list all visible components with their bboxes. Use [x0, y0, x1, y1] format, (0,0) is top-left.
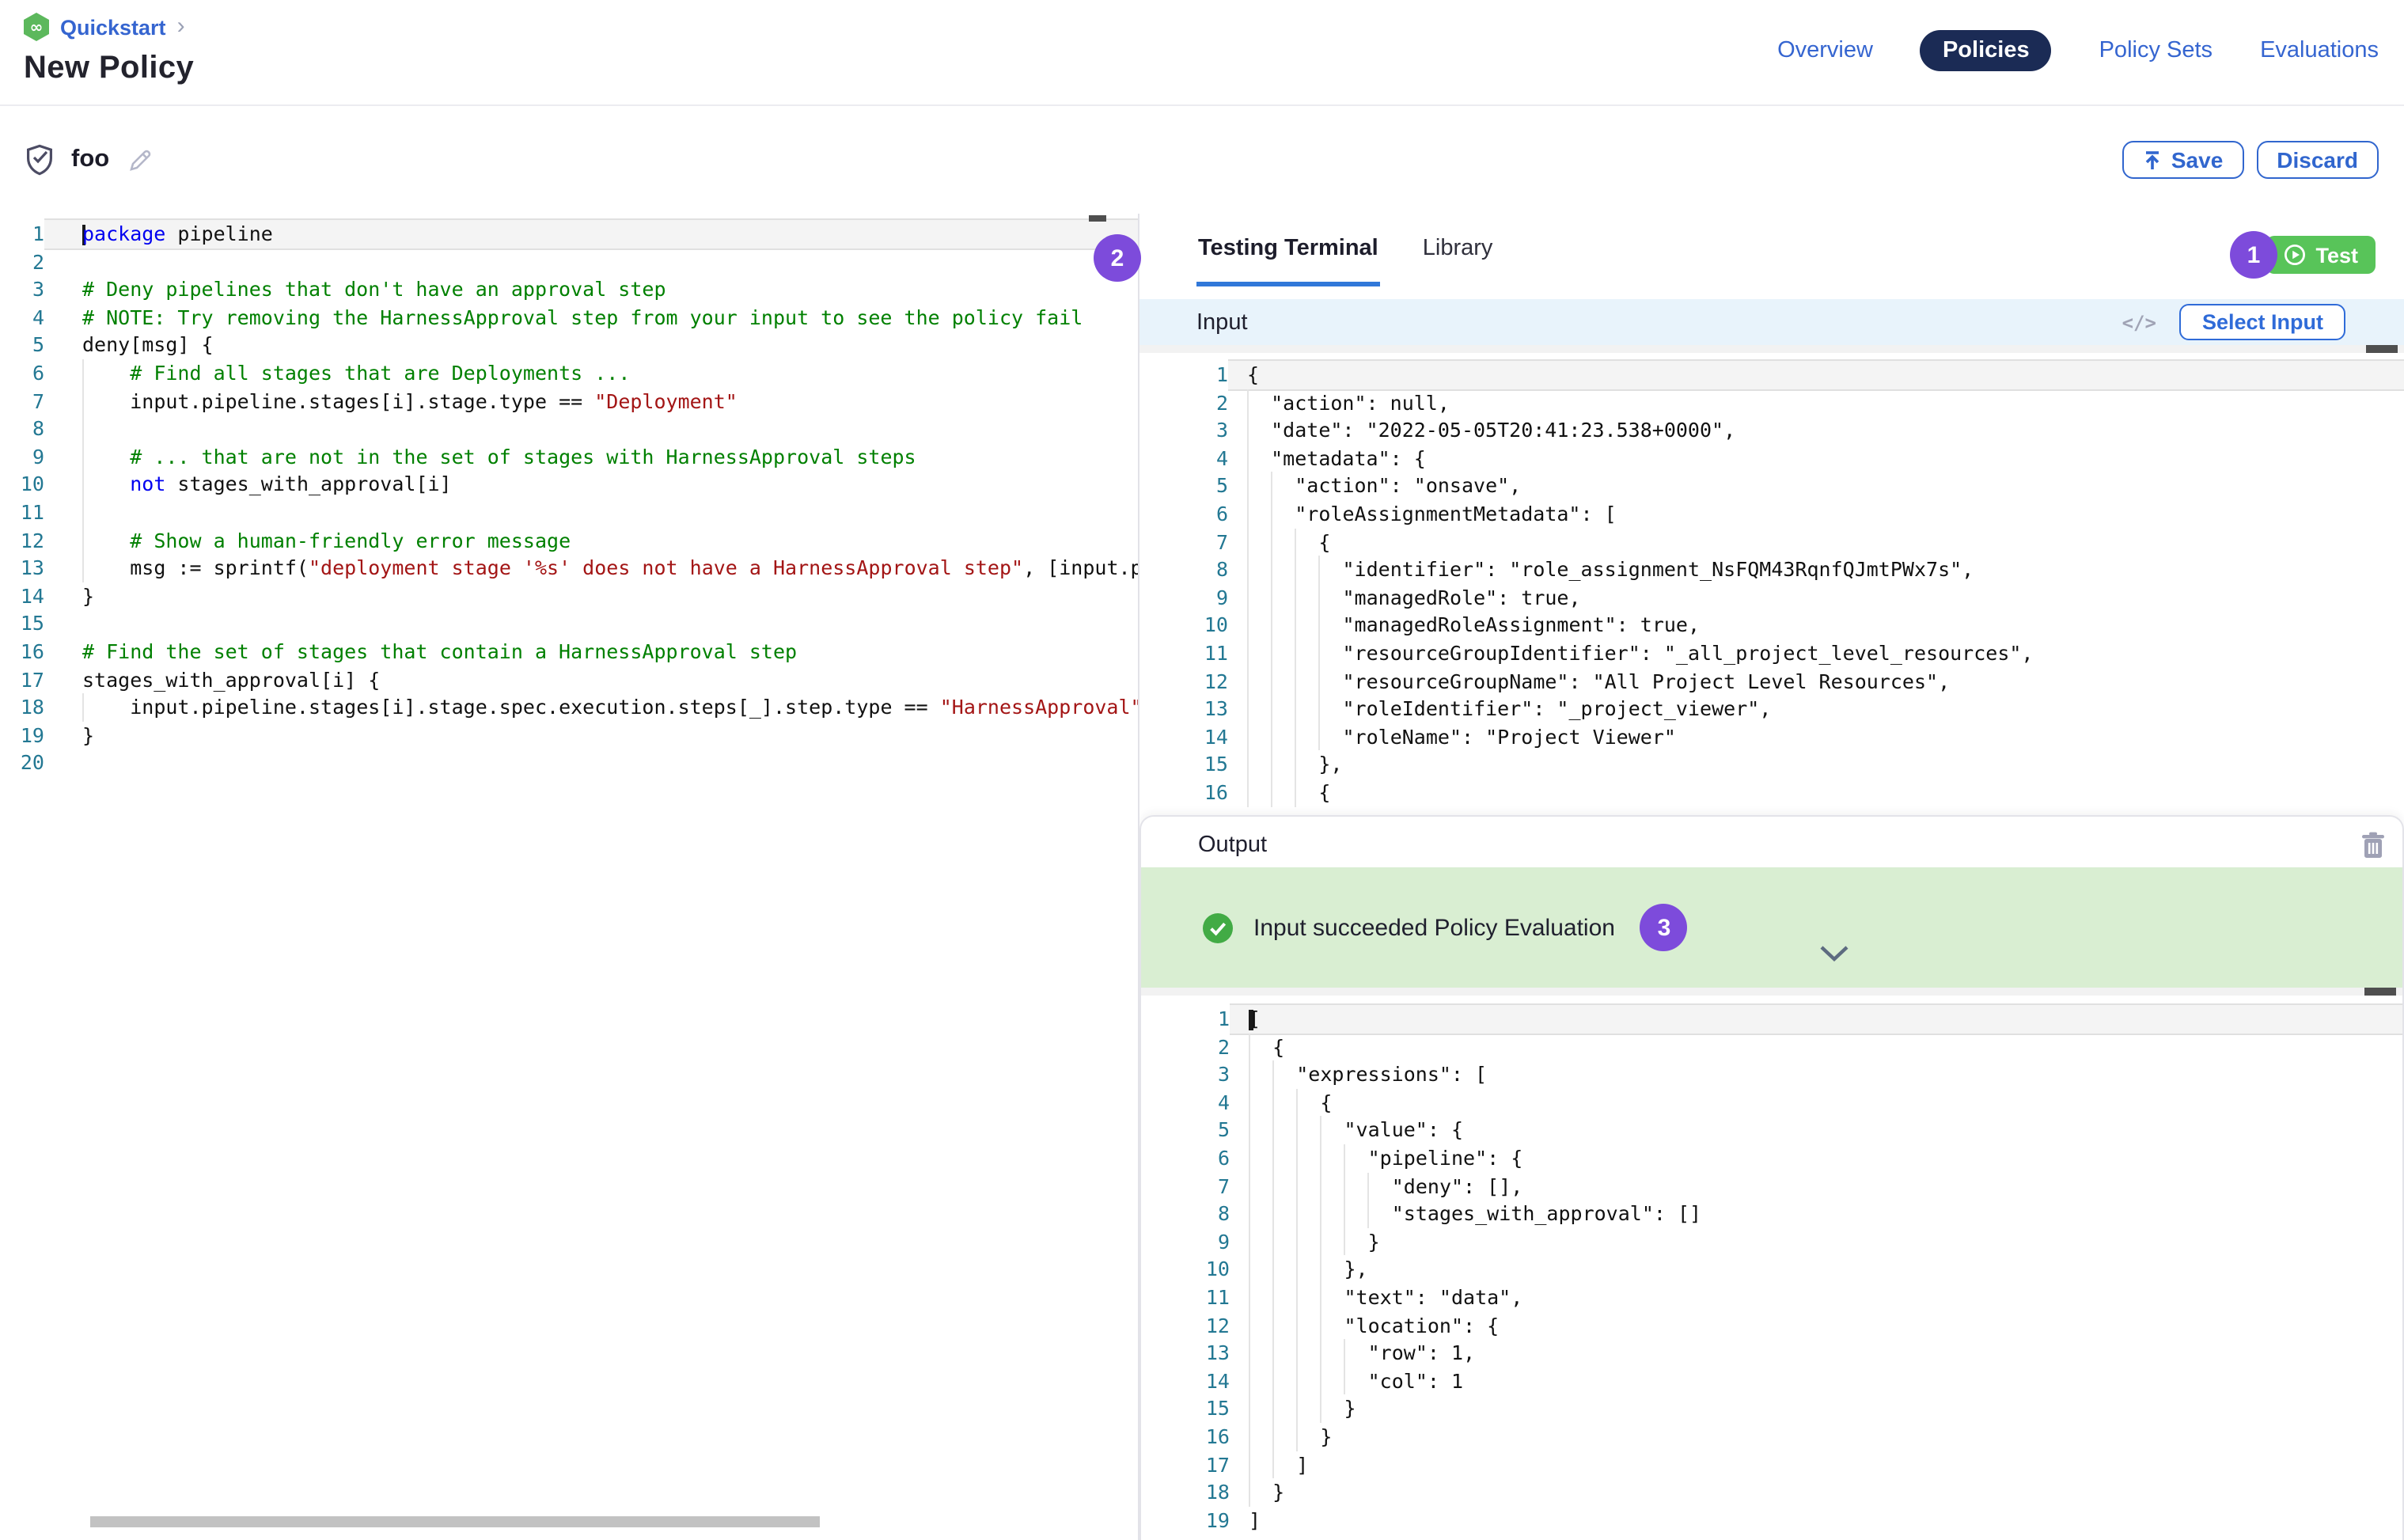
main-split: 2 1package pipeline23# Deny pipelines th… [0, 214, 2404, 1540]
tab-library[interactable]: Library [1421, 214, 1495, 286]
banner-message: Input succeeded Policy Evaluation [1253, 914, 1615, 941]
policy-toolbar: foo Save Discard [0, 106, 2404, 214]
input-top-scroll-track[interactable] [1139, 345, 2404, 353]
output-title: Output [1198, 833, 2360, 858]
editor-lines[interactable]: 1package pipeline23# Deny pipelines that… [0, 214, 1138, 777]
upload-icon [2143, 150, 2162, 170]
nav-tab-evaluations[interactable]: Evaluations [2260, 38, 2379, 63]
input-json-editor[interactable]: 1{2 "action": null,3 "date": "2022-05-05… [1139, 345, 2404, 815]
output-scrollbar-handle[interactable] [2364, 988, 2396, 996]
editor-horizontal-scrollbar[interactable] [90, 1516, 820, 1527]
header-left: ∞ Quickstart › New Policy [24, 0, 194, 104]
step-badge-2: 2 [1094, 234, 1141, 282]
output-json-lines[interactable]: 1[2 {3 "expressions": [4 {5 "value": {6 … [1141, 1005, 2402, 1534]
policy-name: foo [71, 146, 109, 174]
trash-icon[interactable] [2360, 831, 2387, 859]
breadcrumb: ∞ Quickstart › [24, 13, 194, 41]
tab-testing-terminal[interactable]: Testing Terminal [1196, 214, 1380, 286]
toolbar-actions: Save Discard [2122, 141, 2379, 179]
editor-top-scrollbar[interactable] [1089, 215, 1106, 222]
test-label: Test [2315, 243, 2358, 267]
code-view-icon[interactable]: </> [2122, 311, 2156, 333]
discard-label: Discard [2277, 147, 2358, 173]
evaluation-success-banner: Input succeeded Policy Evaluation 3 [1141, 867, 2402, 988]
discard-button[interactable]: Discard [2256, 141, 2379, 179]
output-top-scroll-track[interactable] [1141, 988, 2402, 996]
page-header: ∞ Quickstart › New Policy Overview Polic… [0, 0, 2404, 106]
nav-tab-overview[interactable]: Overview [1777, 38, 1873, 63]
select-input-button[interactable]: Select Input [2180, 304, 2345, 340]
input-section-header: Input </> Select Input [1139, 299, 2404, 345]
page-title: New Policy [24, 51, 194, 87]
svg-text:∞: ∞ [30, 17, 44, 36]
step-badge-1: 1 [2230, 231, 2277, 279]
save-button[interactable]: Save [2122, 141, 2243, 179]
input-scrollbar-handle[interactable] [2366, 345, 2398, 353]
output-section: Output Input succeeded [1139, 815, 2404, 1540]
harness-logo-icon: ∞ [24, 13, 49, 41]
output-section-header: Output [1141, 823, 2402, 867]
play-circle-icon [2284, 244, 2306, 266]
output-json-editor[interactable]: 1[2 {3 "expressions": [4 {5 "value": {6 … [1141, 988, 2402, 1540]
shield-check-icon [25, 144, 54, 176]
breadcrumb-link-quickstart[interactable]: Quickstart [60, 15, 166, 39]
step-badge-3: 3 [1640, 904, 1688, 951]
chevron-down-icon[interactable] [1818, 945, 1850, 962]
success-check-icon [1203, 912, 1233, 943]
input-title: Input [1196, 309, 2122, 335]
app-window: ∞ Quickstart › New Policy Overview Polic… [0, 0, 2404, 1540]
chevron-right-icon: › [177, 19, 185, 35]
input-json-lines[interactable]: 1{2 "action": null,3 "date": "2022-05-05… [1139, 361, 2404, 806]
policy-identity: foo [25, 144, 154, 176]
save-label: Save [2171, 147, 2223, 173]
terminal-tabbar: Testing Terminal Library [1139, 214, 2404, 286]
nav-tab-policy-sets[interactable]: Policy Sets [2099, 38, 2213, 63]
policy-code-editor[interactable]: 1package pipeline23# Deny pipelines that… [0, 214, 1139, 1540]
nav-tab-policies[interactable]: Policies [1921, 30, 2052, 71]
testing-terminal-panel: 1 Test Testing Terminal Library Input </… [1139, 214, 2404, 1540]
edit-pencil-icon[interactable] [127, 146, 154, 173]
test-button[interactable]: Test [2266, 236, 2376, 274]
top-nav: Overview Policies Policy Sets Evaluation… [1777, 28, 2379, 73]
